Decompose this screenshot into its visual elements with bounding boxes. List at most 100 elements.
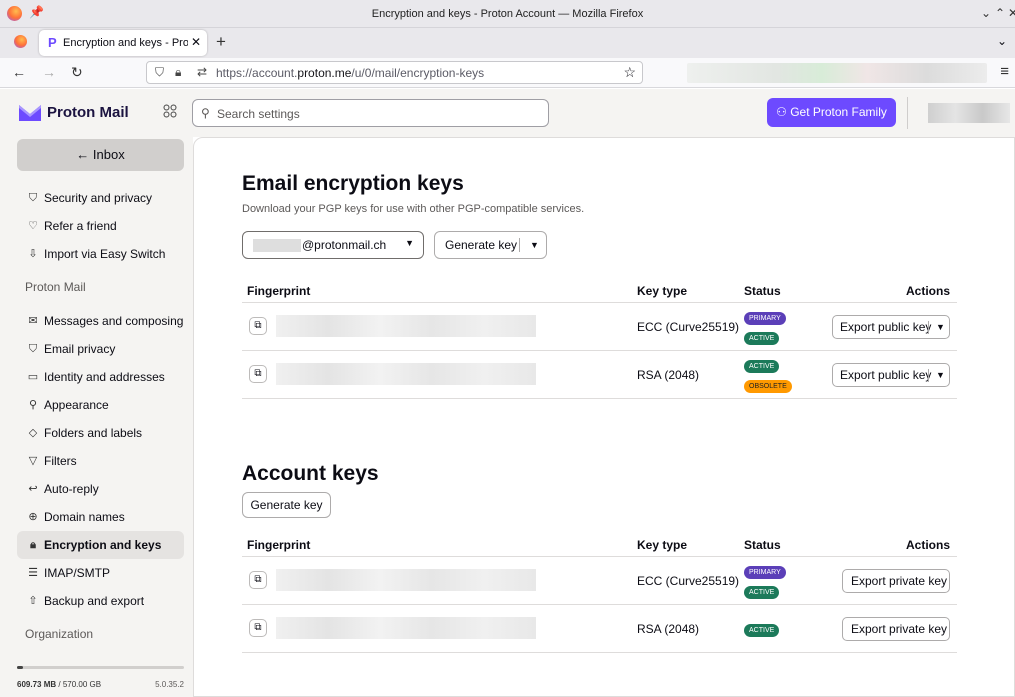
reply-icon: ↩ xyxy=(28,483,38,495)
settings-sidebar: ← Inbox ⛉ Security and privacy ♡ Refer a fr… xyxy=(0,137,193,697)
family-icon: ⚇ xyxy=(776,105,791,119)
new-tab-icon[interactable]: + xyxy=(216,32,226,52)
copy-fingerprint-icon[interactable]: ⧉ xyxy=(249,571,267,589)
sidebar-item-label: Encryption and keys xyxy=(44,538,162,552)
chevron-up-icon[interactable]: ⌃ xyxy=(995,6,1005,20)
sidebar-item-label: Identity and addresses xyxy=(44,370,165,384)
id-card-icon: ▭ xyxy=(27,371,39,383)
sidebar-item-identity-and-addresses[interactable]: ▭ Identity and addresses xyxy=(17,363,184,391)
export-icon: ⇧ xyxy=(28,595,38,607)
sidebar-item-filters[interactable]: ▽ Filters xyxy=(17,447,184,475)
key-type: RSA (2048) xyxy=(637,368,700,382)
sidebar-item-appearance[interactable]: ⚲ Appearance xyxy=(17,391,184,419)
lock-icon: 🔒︎ xyxy=(30,539,36,551)
key-type: RSA (2048) xyxy=(637,622,700,636)
account-menu[interactable] xyxy=(928,103,1010,123)
sidebar-section-organization: Organization xyxy=(25,627,94,641)
export-key-label: Export private key xyxy=(851,574,948,588)
back-icon[interactable]: ← xyxy=(12,64,26,80)
lock-icon[interactable]: 🔒︎ xyxy=(175,65,181,80)
email-keys-title: Email encryption keys xyxy=(242,172,464,195)
permissions-icon[interactable]: ⇄ xyxy=(197,65,207,79)
menu-icon[interactable]: ≡ xyxy=(1000,63,1009,80)
table-row: ⧉ ECC (Curve25519) PRIMARY ACTIVE Export pub… xyxy=(242,303,957,351)
get-proton-family-button[interactable]: ⚇ Get Proton Family xyxy=(767,98,896,127)
sidebar-item-domain-names[interactable]: ⊕ Domain names xyxy=(17,503,184,531)
export-key-button[interactable]: Export private key xyxy=(842,617,950,641)
back-to-inbox-button[interactable]: ← Inbox xyxy=(17,139,184,171)
sidebar-item-encryption-and-keys[interactable]: 🔒︎ Encryption and keys xyxy=(17,531,184,559)
address-select[interactable]: @protonmail.ch ▼ xyxy=(242,231,424,259)
extension-icons[interactable] xyxy=(687,63,987,83)
tab-encryption-keys[interactable]: P Encryption and keys - Proton ✕ xyxy=(39,30,207,56)
sidebar-item-label: Auto-reply xyxy=(44,482,99,496)
sidebar-item-imap-smtp[interactable]: ☰ IMAP/SMTP xyxy=(17,559,184,587)
copy-fingerprint-icon[interactable]: ⧉ xyxy=(249,365,267,383)
sidebar-item-label: IMAP/SMTP xyxy=(44,566,111,580)
column-header-actions: Actions xyxy=(905,284,950,298)
close-window-icon[interactable]: ✕ xyxy=(1008,6,1015,20)
export-key-button[interactable]: Export public key ▼ xyxy=(832,363,950,387)
shield-icon: ⛉ xyxy=(28,343,38,355)
sidebar-item-import-via-easy-switch[interactable]: ⇩ Import via Easy Switch xyxy=(17,240,184,268)
chevron-down-icon[interactable]: ⌄ xyxy=(981,6,991,20)
globe-icon: ⊕ xyxy=(28,511,38,523)
app-header: Proton Mail ⚲ Search settings ⚇ Get Prot… xyxy=(0,89,1015,137)
copy-fingerprint-icon[interactable]: ⧉ xyxy=(249,317,267,335)
address-redacted xyxy=(253,239,301,252)
generate-email-key-button[interactable]: Generate key ▼ xyxy=(434,231,547,259)
sidebar-item-backup-and-export[interactable]: ⇧ Backup and export xyxy=(17,587,184,615)
caret-down-icon[interactable]: ▼ xyxy=(936,316,945,338)
storage-bar xyxy=(17,666,184,669)
reload-icon[interactable]: ↻ xyxy=(71,64,83,81)
window-titlebar: 📌 Encryption and keys - Proton Account —… xyxy=(0,0,1015,28)
status-badges: PRIMARY ACTIVE xyxy=(744,309,804,349)
sidebar-item-messages-and-composing[interactable]: ✉ Messages and composing xyxy=(17,307,184,335)
shield-icon[interactable]: ⛉ xyxy=(155,65,164,80)
caret-down-icon[interactable]: ▼ xyxy=(936,364,945,386)
navigation-toolbar: ← → ↻ ⛉ 🔒︎ ⇄ https://account.proton.me/u… xyxy=(0,58,1015,88)
status-badge-primary: PRIMARY xyxy=(744,566,786,579)
proton-mail-logo-icon xyxy=(19,105,41,121)
app-switcher-icon[interactable] xyxy=(163,104,177,118)
firefox-view-icon[interactable] xyxy=(14,35,27,48)
column-header-key-type: Key type xyxy=(637,284,688,298)
star-icon[interactable]: ☆ xyxy=(623,64,636,81)
table-row: ⧉ RSA (2048) ACTIVE Export private key xyxy=(242,605,957,653)
export-key-button[interactable]: Export private key xyxy=(842,569,950,593)
sidebar-item-folders-and-labels[interactable]: ◇ Folders and labels xyxy=(17,419,184,447)
export-key-label: Export public key xyxy=(840,320,932,334)
export-key-button[interactable]: Export public key ▼ xyxy=(832,315,950,339)
settings-nav: ⛉ Security and privacy ♡ Refer a friend ⇩ Imp… xyxy=(17,184,184,654)
button-divider xyxy=(928,369,929,382)
fingerprint-redacted xyxy=(276,363,536,385)
sidebar-item-label: Messages and composing xyxy=(44,314,184,328)
storage-indicator: 609.73 MB / 570.00 GB 5.0.35.2 xyxy=(0,661,193,697)
status-badge-primary: PRIMARY xyxy=(744,312,786,325)
fingerprint-redacted xyxy=(276,617,536,639)
email-keys-table: Fingerprint Key type Status Actions ⧉ ECC (Cu… xyxy=(242,278,957,399)
sidebar-section-proton-mail: Proton Mail xyxy=(25,280,86,294)
key-type: ECC (Curve25519) xyxy=(637,320,740,334)
sidebar-item-label: Backup and export xyxy=(44,594,145,608)
sidebar-item-email-privacy[interactable]: ⛉ Email privacy xyxy=(17,335,184,363)
forward-icon[interactable]: → xyxy=(42,64,56,80)
caret-down-icon[interactable]: ▼ xyxy=(530,232,539,258)
status-badges: ACTIVE OBSOLETE xyxy=(744,357,804,397)
copy-fingerprint-icon[interactable]: ⧉ xyxy=(249,619,267,637)
column-header-status: Status xyxy=(744,538,781,552)
tag-icon: ◇ xyxy=(28,427,38,439)
close-tab-icon[interactable]: ✕ xyxy=(191,35,201,49)
search-settings-input[interactable]: ⚲ Search settings xyxy=(192,99,549,127)
sidebar-item-security-and-privacy[interactable]: ⛉ Security and privacy xyxy=(17,184,184,212)
sidebar-item-refer-a-friend[interactable]: ♡ Refer a friend xyxy=(17,212,184,240)
export-key-label: Export private key xyxy=(851,622,948,636)
generate-account-key-button[interactable]: Generate key xyxy=(242,492,331,518)
url-bar[interactable]: ⛉ 🔒︎ ⇄ https://account.proton.me/u/0/mai… xyxy=(146,61,643,84)
list-tabs-icon[interactable]: ⌄ xyxy=(997,34,1007,48)
sidebar-item-label: Folders and labels xyxy=(44,426,143,440)
sidebar-item-auto-reply[interactable]: ↩ Auto-reply xyxy=(17,475,184,503)
window-title: Encryption and keys - Proton Account — M… xyxy=(371,8,644,20)
family-button-label: Get Proton Family xyxy=(790,105,887,119)
key-type: ECC (Curve25519) xyxy=(637,574,740,588)
